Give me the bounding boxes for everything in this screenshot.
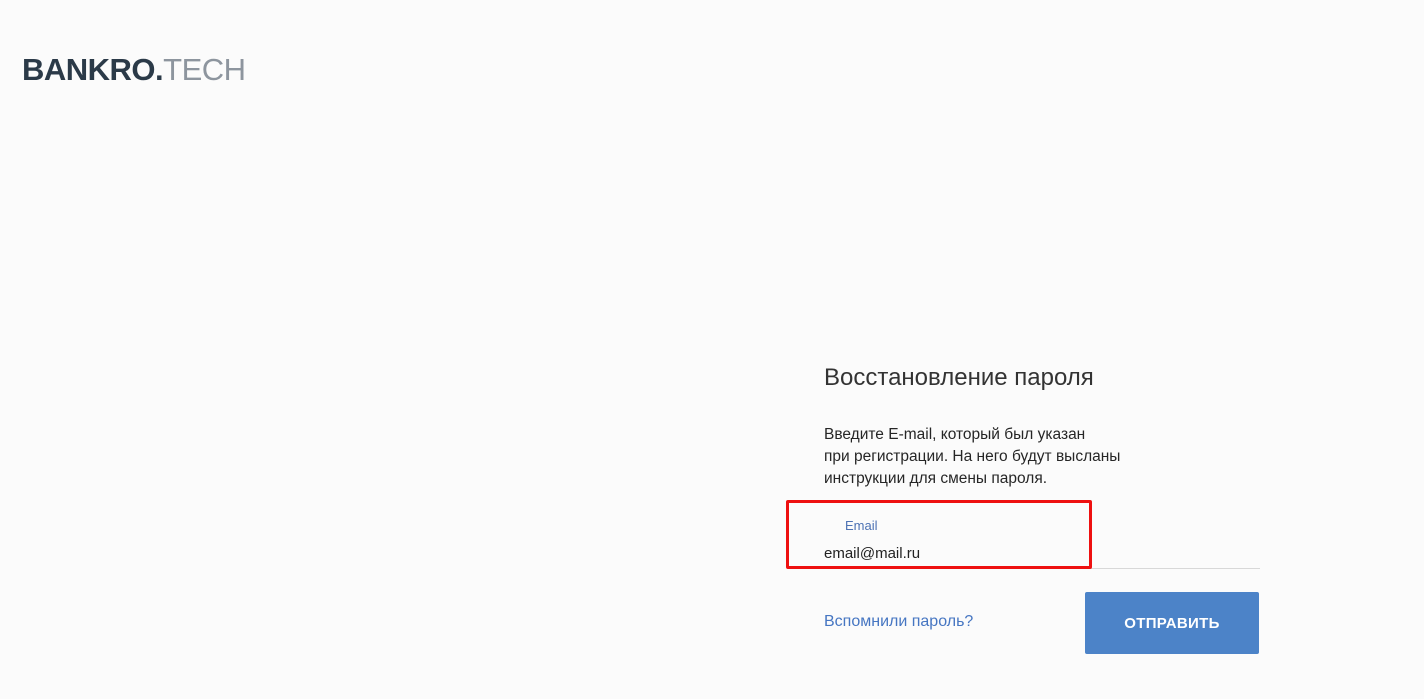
- bankro-tech-logo[interactable]: BANKRO.TECH: [22, 52, 246, 88]
- logo-accent-text: TECH: [163, 52, 246, 87]
- submit-button[interactable]: ОТПРАВИТЬ: [1085, 592, 1259, 654]
- logo-main-text: BANKRO.: [22, 52, 164, 87]
- form-description: Введите E-mail, который был указан при р…: [824, 424, 1184, 490]
- password-recovery-page: BANKRO.TECH Восстановление пароля Введит…: [0, 0, 1424, 699]
- email-field-label: Email: [845, 518, 878, 533]
- email-input[interactable]: [824, 542, 1124, 564]
- email-field: Email: [824, 510, 1260, 570]
- email-field-underline: [824, 568, 1260, 569]
- description-line-1: Введите E-mail, который был указан: [824, 426, 1086, 443]
- description-line-2: при регистрации. На него будут высланы: [824, 448, 1121, 465]
- remember-password-link[interactable]: Вспомнили пароль?: [824, 613, 973, 631]
- description-line-3: инструкции для смены пароля.: [824, 470, 1048, 487]
- page-title: Восстановление пароля: [824, 364, 1094, 391]
